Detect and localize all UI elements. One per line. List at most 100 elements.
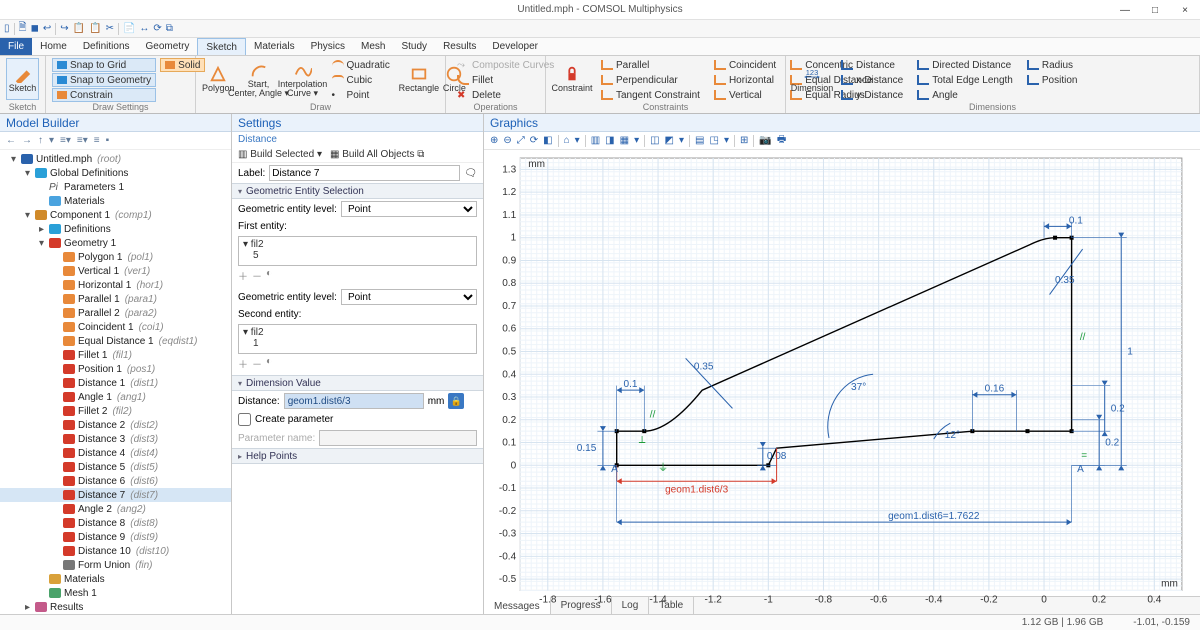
tree-component-1[interactable]: ▾Component 1(comp1) bbox=[0, 208, 231, 222]
tree-parallel-1[interactable]: Parallel 1(para1) bbox=[0, 292, 231, 306]
gfx-tool-9[interactable]: ▥ bbox=[591, 135, 600, 146]
mb-tool-4[interactable]: ≡▾ bbox=[60, 135, 71, 146]
second-entity-list[interactable]: ▾ fil2 1 bbox=[238, 324, 477, 354]
constraint-perpendicular[interactable]: Perpendicular bbox=[596, 73, 705, 87]
qat-btn-6[interactable]: 📋 bbox=[89, 23, 101, 34]
tree-angle-2[interactable]: Angle 2(ang2) bbox=[0, 502, 231, 516]
qat-btn-10[interactable]: ⟳ bbox=[153, 23, 161, 34]
window-close[interactable]: × bbox=[1170, 0, 1200, 20]
constraint-parallel[interactable]: Parallel bbox=[596, 58, 705, 72]
gfx-tool-19[interactable]: ◳ bbox=[709, 135, 718, 146]
point-button[interactable]: •Point bbox=[327, 88, 395, 102]
mb-tool-3[interactable]: ▾ bbox=[49, 135, 54, 146]
constraint-horizontal[interactable]: Horizontal bbox=[709, 73, 781, 87]
graphics-canvas[interactable]: -1.8-1.6-1.4-1.2-1-0.8-0.6-0.4-0.200.20.… bbox=[484, 150, 1200, 596]
build-selected[interactable]: ▥ Build Selected ▾ bbox=[238, 149, 322, 160]
gfx-tool-25[interactable]: 🖶 bbox=[777, 132, 786, 149]
remove-icon[interactable]: － bbox=[252, 268, 262, 283]
tree-mesh-1[interactable]: Mesh 1 bbox=[0, 586, 231, 600]
first-entity-list[interactable]: ▾ fil2 5 bbox=[238, 236, 477, 266]
gfx-tool-11[interactable]: ▦ bbox=[620, 135, 629, 146]
model-tree[interactable]: ▾Untitled.mph(root)▾Global DefinitionsPi… bbox=[0, 150, 231, 614]
tab-physics[interactable]: Physics bbox=[303, 38, 353, 55]
gfx-tool-24[interactable]: 📷 bbox=[759, 135, 771, 146]
tree-distance-3[interactable]: Distance 3(dist3) bbox=[0, 432, 231, 446]
mb-tool-7[interactable]: ▪ bbox=[106, 135, 110, 146]
constraint-tangent-constraint[interactable]: Tangent Constraint bbox=[596, 88, 705, 102]
window-maximize[interactable]: □ bbox=[1140, 0, 1170, 20]
gfx-tool-16[interactable]: ▾ bbox=[679, 135, 684, 146]
gfx-tool-10[interactable]: ◨ bbox=[605, 135, 614, 146]
tab-sketch[interactable]: Sketch bbox=[197, 38, 246, 55]
label-input[interactable] bbox=[269, 165, 460, 181]
tree-materials[interactable]: Materials bbox=[0, 194, 231, 208]
tree-position-1[interactable]: Position 1(pos1) bbox=[0, 362, 231, 376]
tree-geometry-1[interactable]: ▾Geometry 1 bbox=[0, 236, 231, 250]
dim-total-edge-length[interactable]: Total Edge Length bbox=[912, 73, 1018, 87]
tag-icon[interactable]: 🗨 bbox=[464, 168, 477, 179]
qat-btn-2[interactable]: ◼ bbox=[31, 23, 39, 34]
create-parameter-check[interactable] bbox=[238, 413, 251, 426]
mb-tool-1[interactable]: → bbox=[22, 135, 32, 146]
tree-parameters-1[interactable]: PiParameters 1 bbox=[0, 180, 231, 194]
section-help-points[interactable]: Help Points bbox=[232, 448, 483, 464]
section-geo-entity[interactable]: Geometric Entity Selection bbox=[232, 183, 483, 199]
dim-position[interactable]: Position bbox=[1022, 73, 1083, 87]
qat-btn-4[interactable]: ↪ bbox=[60, 23, 68, 34]
window-minimize[interactable]: — bbox=[1110, 0, 1140, 20]
tree-form-union[interactable]: Form Union(fin) bbox=[0, 558, 231, 572]
constraint-coincident[interactable]: Coincident bbox=[709, 58, 781, 72]
tab-results[interactable]: Results bbox=[435, 38, 484, 55]
dimension-button[interactable]: 123Dimension bbox=[792, 58, 832, 100]
constraint-button[interactable]: Constraint bbox=[552, 58, 592, 100]
gfx-tool-4[interactable]: ◧ bbox=[543, 135, 552, 146]
lock-icon[interactable]: 🔒 bbox=[448, 393, 464, 409]
section-dimension-value[interactable]: Dimension Value bbox=[232, 375, 483, 391]
arc-button[interactable]: Start, Center, Angle ▾ bbox=[239, 58, 279, 100]
constrain[interactable]: Constrain bbox=[52, 88, 156, 102]
composite-curves[interactable]: ⤳Composite Curves bbox=[452, 58, 559, 72]
gfx-tool-3[interactable]: ⟳ bbox=[530, 135, 538, 146]
tab-definitions[interactable]: Definitions bbox=[75, 38, 138, 55]
gfx-tool-15[interactable]: ◩ bbox=[665, 135, 674, 146]
gfx-tool-0[interactable]: ⊕ bbox=[490, 135, 498, 146]
mb-tool-2[interactable]: ↑ bbox=[38, 135, 43, 146]
delete-button[interactable]: ✖Delete bbox=[452, 88, 559, 102]
gfx-tool-12[interactable]: ▾ bbox=[634, 135, 639, 146]
qat-btn-8[interactable]: 📄 bbox=[123, 23, 135, 34]
fillet-button[interactable]: Fillet bbox=[452, 73, 559, 87]
tree-coincident-1[interactable]: Coincident 1(coi1) bbox=[0, 320, 231, 334]
gfx-tool-20[interactable]: ▾ bbox=[724, 135, 729, 146]
gfx-tool-18[interactable]: ▤ bbox=[695, 135, 704, 146]
dim-y-distance[interactable]: y-Distance bbox=[836, 88, 908, 102]
tree-results[interactable]: ▸Results bbox=[0, 600, 231, 614]
tab-materials[interactable]: Materials bbox=[246, 38, 303, 55]
mb-tool-5[interactable]: ≡▾ bbox=[77, 135, 88, 146]
mb-tool-0[interactable]: ← bbox=[6, 135, 16, 146]
gfx-tool-6[interactable]: ⌂ bbox=[564, 135, 570, 146]
gfx-tool-22[interactable]: ⊞ bbox=[740, 135, 748, 146]
dim-radius[interactable]: Radius bbox=[1022, 58, 1083, 72]
qat-btn-7[interactable]: ✂ bbox=[106, 23, 114, 34]
tree-fillet-2[interactable]: Fillet 2(fil2) bbox=[0, 404, 231, 418]
snap-to-grid[interactable]: Snap to Grid bbox=[52, 58, 156, 72]
tab-file[interactable]: File bbox=[0, 38, 32, 55]
tree-parallel-2[interactable]: Parallel 2(para2) bbox=[0, 306, 231, 320]
tree-polygon-1[interactable]: Polygon 1(pol1) bbox=[0, 250, 231, 264]
gfx-tool-1[interactable]: ⊖ bbox=[503, 135, 511, 146]
gfx-tool-7[interactable]: ▾ bbox=[575, 135, 580, 146]
tab-study[interactable]: Study bbox=[393, 38, 435, 55]
tree-angle-1[interactable]: Angle 1(ang1) bbox=[0, 390, 231, 404]
interpolation-curve-button[interactable]: Interpolation Curve ▾ bbox=[283, 58, 323, 100]
tree-distance-8[interactable]: Distance 8(dist8) bbox=[0, 516, 231, 530]
build-all[interactable]: ▦ Build All Objects ⧉ bbox=[330, 149, 424, 160]
gfx-tool-2[interactable]: ⤢ bbox=[517, 135, 525, 146]
tree-equal-distance-1[interactable]: Equal Distance 1(eqdist1) bbox=[0, 334, 231, 348]
qat-btn-9[interactable]: ↔ bbox=[139, 23, 149, 34]
tree-distance-5[interactable]: Distance 5(dist5) bbox=[0, 460, 231, 474]
tab-geometry[interactable]: Geometry bbox=[138, 38, 198, 55]
constraint-vertical[interactable]: Vertical bbox=[709, 88, 781, 102]
gfx-tool-14[interactable]: ◫ bbox=[650, 135, 659, 146]
toggle-icon[interactable]: ◐ bbox=[266, 268, 272, 283]
dim-distance[interactable]: Distance bbox=[836, 58, 908, 72]
